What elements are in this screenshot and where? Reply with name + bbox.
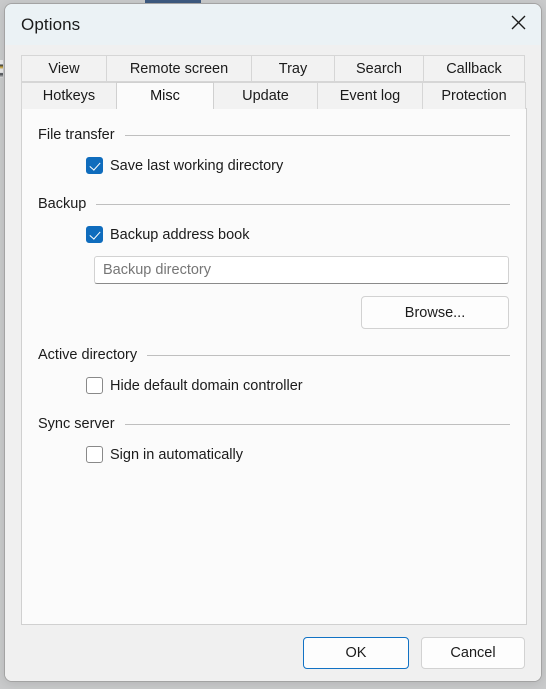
group-rule: [147, 354, 510, 356]
browse-row: Browse...: [22, 296, 509, 329]
tab-protection[interactable]: Protection: [422, 82, 526, 109]
checkbox-label-hide-default-domain-controller: Hide default domain controller: [110, 377, 303, 394]
group-title-file-transfer: File transfer: [38, 127, 115, 143]
browse-button[interactable]: Browse...: [361, 296, 509, 329]
checkbox-row-hide-default-domain-controller[interactable]: Hide default domain controller: [38, 377, 510, 394]
close-button[interactable]: [495, 4, 541, 45]
tab-row-1: View Remote screen Tray Search Callback: [5, 55, 541, 82]
checkbox-row-sign-in-automatically[interactable]: Sign in automatically: [38, 446, 510, 463]
group-rule: [124, 134, 510, 136]
options-dialog: Options View Remote screen Tray Search C…: [4, 3, 542, 682]
group-title-sync-server: Sync server: [38, 416, 115, 432]
group-header-sync-server: Sync server: [38, 416, 510, 432]
tab-search[interactable]: Search: [334, 55, 424, 82]
dialog-footer: OK Cancel: [5, 624, 541, 681]
tab-callback[interactable]: Callback: [423, 55, 525, 82]
checkbox-row-backup-address-book[interactable]: Backup address book: [38, 226, 510, 243]
group-rule: [96, 203, 510, 205]
checkbox-label-sign-in-automatically: Sign in automatically: [110, 446, 243, 463]
tab-tray[interactable]: Tray: [251, 55, 335, 82]
group-rule: [124, 423, 510, 425]
checkbox-backup-address-book[interactable]: [86, 226, 103, 243]
group-file-transfer: File transfer Save last working director…: [38, 127, 510, 174]
checkbox-save-last-working-directory[interactable]: [86, 157, 103, 174]
tab-strip: View Remote screen Tray Search Callback …: [5, 45, 541, 109]
group-header-active-directory: Active directory: [38, 347, 510, 363]
group-header-backup: Backup: [38, 196, 510, 212]
page-title: Options: [21, 15, 81, 34]
checkbox-row-save-last-working-directory[interactable]: Save last working directory: [38, 157, 510, 174]
close-icon: [511, 15, 526, 35]
tab-update[interactable]: Update: [213, 82, 318, 109]
tab-remote-screen[interactable]: Remote screen: [106, 55, 252, 82]
backup-directory-input[interactable]: [94, 256, 509, 284]
checkbox-hide-default-domain-controller[interactable]: [86, 377, 103, 394]
tab-misc[interactable]: Misc: [116, 82, 214, 109]
group-backup: Backup Backup address book: [38, 196, 510, 243]
group-title-active-directory: Active directory: [38, 347, 138, 363]
group-header-file-transfer: File transfer: [38, 127, 510, 143]
group-active-directory: Active directory Hide default domain con…: [38, 347, 510, 394]
checkbox-label-backup-address-book: Backup address book: [110, 226, 250, 243]
ok-button[interactable]: OK: [303, 636, 409, 669]
tab-event-log[interactable]: Event log: [317, 82, 423, 109]
checkbox-sign-in-automatically[interactable]: [86, 446, 103, 463]
background-window-left-sliver: [0, 60, 3, 78]
tab-row-2: Hotkeys Misc Update Event log Protection: [5, 82, 541, 109]
checkbox-label-save-last-working-directory: Save last working directory: [110, 157, 284, 174]
cancel-button[interactable]: Cancel: [421, 636, 525, 669]
group-sync-server: Sync server Sign in automatically: [38, 416, 510, 463]
title-bar: Options: [5, 4, 541, 45]
tab-hotkeys[interactable]: Hotkeys: [21, 82, 117, 109]
misc-tab-panel: File transfer Save last working director…: [21, 108, 527, 625]
tab-view[interactable]: View: [21, 55, 107, 82]
group-title-backup: Backup: [38, 196, 87, 212]
